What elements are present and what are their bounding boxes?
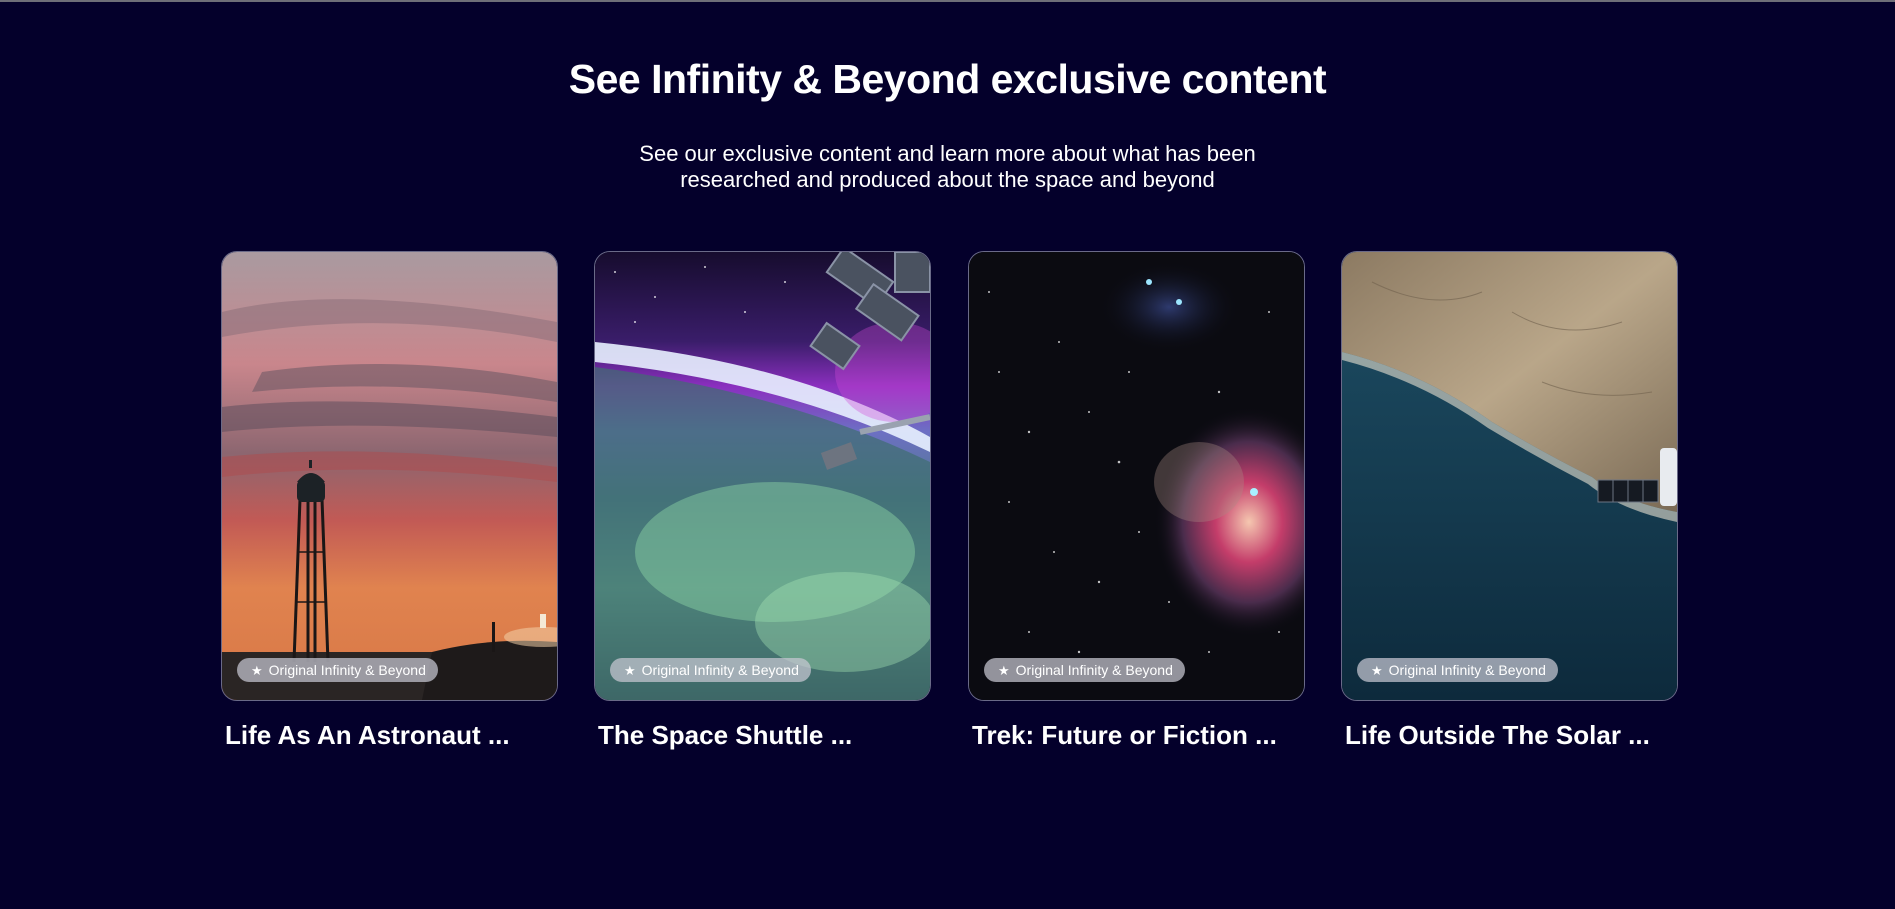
badge-label: Original Infinity & Beyond (641, 662, 799, 678)
card-title[interactable]: Trek: Future or Fiction ... (972, 720, 1305, 751)
water-tower-sunset-image (222, 252, 557, 700)
badge-label: Original Infinity & Beyond (268, 662, 426, 678)
original-content-badge: ★ Original Infinity & Beyond (984, 658, 1185, 682)
original-content-badge: ★ Original Infinity & Beyond (237, 658, 438, 682)
star-icon: ★ (251, 662, 263, 678)
section-subheading: See our exclusive content and learn more… (639, 141, 1256, 192)
badge-label: Original Infinity & Beyond (1388, 662, 1546, 678)
earth-coastline-satellite-image (1342, 252, 1677, 700)
original-content-badge: ★ Original Infinity & Beyond (1357, 658, 1558, 682)
content-card[interactable]: ★ Original Infinity & Beyond The Space S… (594, 251, 931, 751)
card-image-frame[interactable]: ★ Original Infinity & Beyond (221, 251, 558, 701)
card-title[interactable]: Life As An Astronaut ... (225, 720, 558, 751)
card-image-frame[interactable]: ★ Original Infinity & Beyond (594, 251, 931, 701)
content-card-list: ★ Original Infinity & Beyond Life As An … (221, 251, 1679, 761)
space-station-aurora-image (595, 252, 930, 700)
exclusive-content-section: See Infinity & Beyond exclusive content … (0, 0, 1895, 909)
section-heading: See Infinity & Beyond exclusive content (568, 56, 1327, 102)
content-card[interactable]: ★ Original Infinity & Beyond Life As An … (221, 251, 558, 751)
card-title[interactable]: The Space Shuttle ... (598, 720, 931, 751)
star-icon: ★ (624, 662, 636, 678)
orion-nebula-image (969, 252, 1304, 700)
star-icon: ★ (998, 662, 1010, 678)
badge-label: Original Infinity & Beyond (1015, 662, 1173, 678)
star-icon: ★ (1371, 662, 1383, 678)
card-title[interactable]: Life Outside The Solar ... (1345, 720, 1678, 751)
card-image-frame[interactable]: ★ Original Infinity & Beyond (1341, 251, 1678, 701)
card-image-frame[interactable]: ★ Original Infinity & Beyond (968, 251, 1305, 701)
content-card[interactable]: ★ Original Infinity & Beyond Life Outsid… (1341, 251, 1678, 751)
original-content-badge: ★ Original Infinity & Beyond (610, 658, 811, 682)
content-card[interactable]: ★ Original Infinity & Beyond Trek: Futur… (968, 251, 1305, 751)
